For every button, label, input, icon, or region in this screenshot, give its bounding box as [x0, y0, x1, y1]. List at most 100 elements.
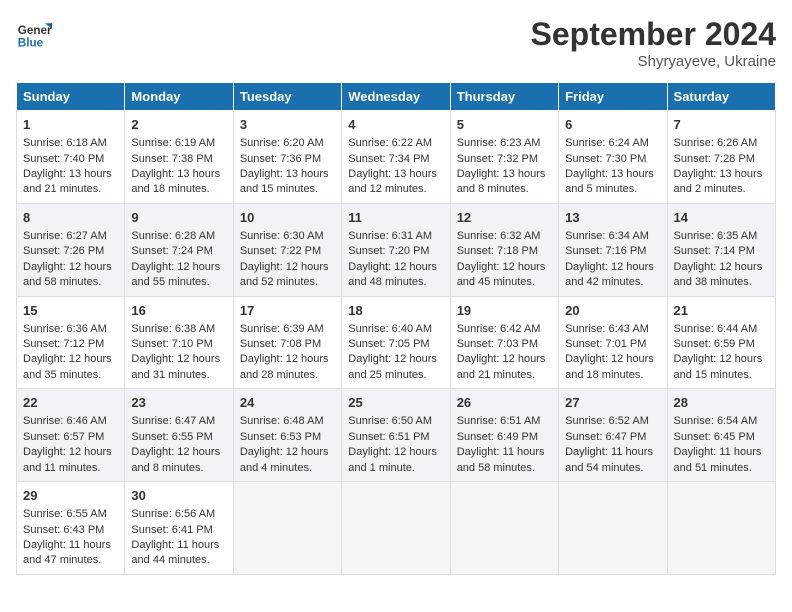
day-number: 4 — [348, 116, 443, 134]
calendar-week-row: 22Sunrise: 6:46 AMSunset: 6:57 PMDayligh… — [17, 389, 776, 482]
day-info-line: Sunset: 7:03 PM — [457, 337, 552, 352]
day-info-line: Daylight: 13 hours — [674, 167, 769, 182]
day-info-line: Daylight: 12 hours — [565, 352, 660, 367]
day-info-line: Sunset: 7:34 PM — [348, 152, 443, 167]
day-info-line: Sunset: 6:49 PM — [457, 430, 552, 445]
day-number: 30 — [131, 487, 226, 505]
day-info-line: and 45 minutes. — [457, 275, 552, 290]
day-number: 28 — [674, 394, 769, 412]
day-info-line: Sunrise: 6:50 AM — [348, 414, 443, 429]
day-info-line: Sunrise: 6:19 AM — [131, 136, 226, 151]
calendar-cell: 29Sunrise: 6:55 AMSunset: 6:43 PMDayligh… — [17, 482, 125, 575]
day-info-line: Sunrise: 6:44 AM — [674, 322, 769, 337]
day-info-line: and 47 minutes. — [23, 553, 118, 568]
day-info-line: Sunrise: 6:55 AM — [23, 507, 118, 522]
calendar-cell: 1Sunrise: 6:18 AMSunset: 7:40 PMDaylight… — [17, 111, 125, 204]
day-number: 23 — [131, 394, 226, 412]
day-info-line: Daylight: 13 hours — [131, 167, 226, 182]
calendar-cell — [233, 482, 341, 575]
day-info-line: and 18 minutes. — [131, 182, 226, 197]
day-info-line: and 1 minute. — [348, 461, 443, 476]
calendar-cell: 23 Sunrise: 6:47 AMSunset: 6:55 PMDayligh… — [125, 389, 233, 482]
day-info-line: Sunrise: 6:46 AM — [23, 414, 118, 429]
day-info-line: Sunset: 6:47 PM — [565, 430, 660, 445]
day-info-line: Sunrise: 6:26 AM — [674, 136, 769, 151]
day-number: 20 — [565, 302, 660, 320]
calendar-week-row: 29Sunrise: 6:55 AMSunset: 6:43 PMDayligh… — [17, 482, 776, 575]
calendar-cell: 27Sunrise: 6:52 AMSunset: 6:47 PMDayligh… — [559, 389, 667, 482]
day-info-line: Daylight: 12 hours — [240, 445, 335, 460]
weekday-header-tuesday: Tuesday — [233, 83, 341, 111]
day-info-line: and 58 minutes. — [23, 275, 118, 290]
day-info-line: Sunset: 7:22 PM — [240, 244, 335, 259]
day-info-line: Sunrise: 6:51 AM — [457, 414, 552, 429]
day-info-line: and 2 minutes. — [674, 182, 769, 197]
day-info-line: Daylight: 12 hours — [131, 352, 226, 367]
day-info-line: and 44 minutes. — [131, 553, 226, 568]
day-info-line: Daylight: 12 hours — [240, 352, 335, 367]
day-info-line: and 15 minutes. — [674, 368, 769, 383]
day-number: 2 — [131, 116, 226, 134]
calendar-cell: 3Sunrise: 6:20 AMSunset: 7:36 PMDaylight… — [233, 111, 341, 204]
calendar-cell: 7Sunrise: 6:26 AMSunset: 7:28 PMDaylight… — [667, 111, 775, 204]
calendar-cell: 17Sunrise: 6:39 AMSunset: 7:08 PMDayligh… — [233, 296, 341, 389]
svg-text:General: General — [18, 24, 52, 37]
day-info-line: and 25 minutes. — [348, 368, 443, 383]
day-info-line: and 54 minutes. — [565, 461, 660, 476]
day-info-line: Sunrise: 6:35 AM — [674, 229, 769, 244]
day-info-line: Daylight: 11 hours — [565, 445, 660, 460]
day-info-line: Daylight: 11 hours — [457, 445, 552, 460]
calendar-cell: 25Sunrise: 6:50 AMSunset: 6:51 PMDayligh… — [342, 389, 450, 482]
day-info-line: Sunset: 7:08 PM — [240, 337, 335, 352]
day-info-line: Daylight: 12 hours — [565, 260, 660, 275]
day-info-line: and 28 minutes. — [240, 368, 335, 383]
day-info-line: and 35 minutes. — [23, 368, 118, 383]
day-info-line: Daylight: 13 hours — [457, 167, 552, 182]
svg-text:Blue: Blue — [18, 37, 44, 50]
day-info-line: Sunset: 6:55 PM — [131, 430, 226, 445]
day-info-line: Daylight: 12 hours — [131, 445, 226, 460]
day-info-line: Daylight: 13 hours — [565, 167, 660, 182]
day-info-line: Sunset: 7:28 PM — [674, 152, 769, 167]
day-info-line: and 4 minutes. — [240, 461, 335, 476]
day-info-line: Sunrise: 6:43 AM — [565, 322, 660, 337]
day-number: 22 — [23, 394, 118, 412]
day-info-line: Sunrise: 6:30 AM — [240, 229, 335, 244]
location-subtitle: Shyryayeve, Ukraine — [531, 53, 776, 70]
day-info-line: and 21 minutes. — [457, 368, 552, 383]
day-number: 29 — [23, 487, 118, 505]
day-info-line: Daylight: 11 hours — [23, 538, 118, 553]
day-info-line: and 51 minutes. — [674, 461, 769, 476]
calendar-week-row: 15Sunrise: 6:36 AMSunset: 7:12 PMDayligh… — [17, 296, 776, 389]
day-info-line: Sunset: 7:30 PM — [565, 152, 660, 167]
calendar-cell: 4Sunrise: 6:22 AMSunset: 7:34 PMDaylight… — [342, 111, 450, 204]
day-number: 14 — [674, 209, 769, 227]
day-info-line: Sunset: 6:45 PM — [674, 430, 769, 445]
day-info-line: Sunset: 7:38 PM — [131, 152, 226, 167]
day-info-line: and 12 minutes. — [348, 182, 443, 197]
weekday-header-sunday: Sunday — [17, 83, 125, 111]
day-info-line: Sunset: 7:36 PM — [240, 152, 335, 167]
day-info-line: Daylight: 13 hours — [240, 167, 335, 182]
day-info-line: Sunset: 7:05 PM — [348, 337, 443, 352]
calendar-week-row: 1Sunrise: 6:18 AMSunset: 7:40 PMDaylight… — [17, 111, 776, 204]
day-info-line: Daylight: 12 hours — [674, 260, 769, 275]
day-info-line: Daylight: 12 hours — [457, 260, 552, 275]
day-info-line: Sunrise: 6:36 AM — [23, 322, 118, 337]
day-info-line: Sunset: 6:41 PM — [131, 523, 226, 538]
calendar-cell: 10Sunrise: 6:30 AMSunset: 7:22 PMDayligh… — [233, 203, 341, 296]
day-info-line: Sunrise: 6:38 AM — [131, 322, 226, 337]
day-number: 26 — [457, 394, 552, 412]
day-info-line: Daylight: 13 hours — [348, 167, 443, 182]
day-info-line: Sunrise: 6:40 AM — [348, 322, 443, 337]
day-info-line: and 31 minutes. — [131, 368, 226, 383]
day-info-line: and 15 minutes. — [240, 182, 335, 197]
day-info-line: and 5 minutes. — [565, 182, 660, 197]
day-info-line: Sunrise: 6:47 AM — [131, 414, 226, 429]
day-info-line: Sunset: 7:24 PM — [131, 244, 226, 259]
calendar-cell: 11Sunrise: 6:31 AMSunset: 7:20 PMDayligh… — [342, 203, 450, 296]
day-info-line: Daylight: 13 hours — [23, 167, 118, 182]
day-info-line: Sunrise: 6:52 AM — [565, 414, 660, 429]
day-info-line: Daylight: 12 hours — [348, 352, 443, 367]
calendar-week-row: 8Sunrise: 6:27 AMSunset: 7:26 PMDaylight… — [17, 203, 776, 296]
